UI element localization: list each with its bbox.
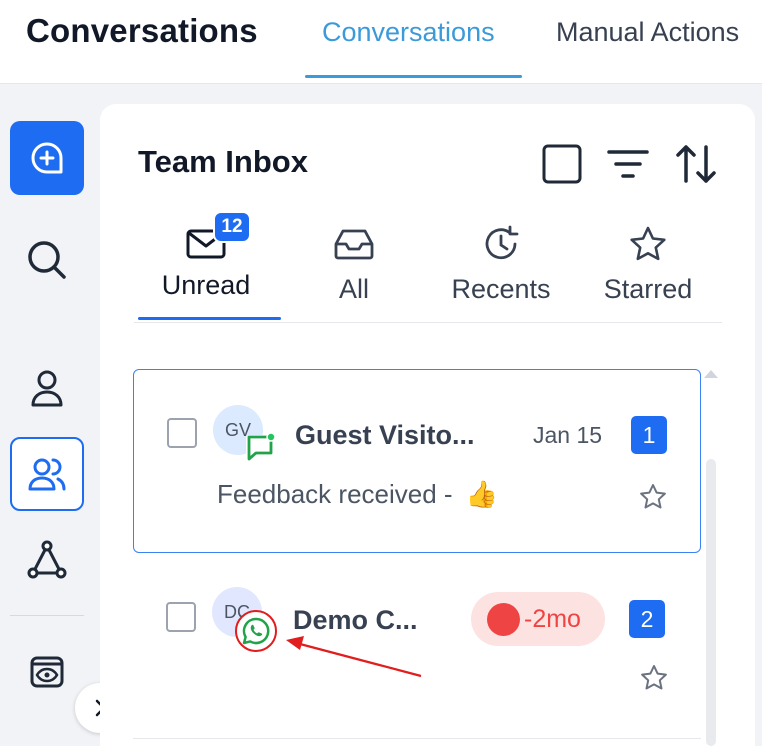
tab-all-label: All [338,274,369,304]
sort-icon [676,145,716,183]
scroll-up-arrow[interactable] [704,370,718,378]
tab-manual-actions[interactable]: Manual Actions [556,17,739,48]
network-icon [27,540,67,579]
workflow-rail-button[interactable] [23,536,71,584]
tab-conversations[interactable]: Conversations [322,17,495,48]
overdue-time: -2mo [524,604,581,633]
message-preview-text: Feedback received - [217,479,453,509]
overdue-dot [487,602,520,636]
inbox-panel: Team Inbox Unread 12 All Recents Starred… [100,104,755,746]
top-bar: Conversations Conversations Manual Actio… [0,0,762,84]
history-icon [485,225,519,260]
star-icon [630,226,666,261]
filter-button[interactable] [606,142,650,186]
whatsapp-icon [242,617,270,645]
filter-icon [607,150,649,178]
sort-button[interactable] [674,142,718,186]
user-icon [31,370,63,407]
team-rail-button[interactable] [10,437,84,511]
divider [134,322,722,323]
contact-rail-button[interactable] [23,364,71,412]
tab-recents-label: Recents [451,274,551,304]
conversation-checkbox[interactable] [166,602,196,632]
active-filter-indicator [138,317,281,320]
eye-icon [30,656,64,688]
thumbs-up-emoji: 👍 [465,479,499,509]
users-icon [28,458,66,491]
conversation-item[interactable]: GV Guest Visito... Jan 15 1 Feedback rec… [133,369,701,553]
star-icon[interactable] [639,483,667,511]
divider [133,738,701,739]
tab-recents[interactable]: Recents [431,222,571,305]
channel-badge [235,610,277,652]
scrollbar-thumb[interactable] [706,459,716,746]
select-all-checkbox[interactable] [540,142,584,186]
conversation-item[interactable]: DC Demo C... -2mo 2 [133,574,701,744]
search-rail-button[interactable] [23,236,71,284]
unread-count-badge: 12 [213,211,251,243]
star-icon[interactable] [640,664,668,692]
tab-unread-label: Unread [161,270,251,300]
new-chat-icon [31,142,63,174]
contact-name: Guest Visito... [295,420,475,450]
unread-count-badge: 1 [631,416,667,454]
rail-divider [10,615,84,616]
overdue-badge: -2mo [471,592,605,646]
panel-edge [755,104,762,746]
search-icon [28,241,66,279]
sidebar [0,84,100,746]
unread-count-badge: 2 [629,600,665,638]
preview-rail-button[interactable] [23,648,71,696]
active-tab-indicator [305,75,522,78]
tab-all[interactable]: All [284,222,424,305]
tab-starred-label: Starred [603,274,693,304]
message-preview: Feedback received - 👍 [217,479,498,510]
conversation-checkbox[interactable] [167,418,197,448]
new-conversation-button[interactable] [10,121,84,195]
inbox-icon [334,229,374,260]
page-title: Team Inbox [138,144,308,179]
checkbox-icon [542,144,582,184]
tab-starred[interactable]: Starred [578,222,718,305]
sms-icon [246,432,276,461]
app-title: Conversations [26,12,258,49]
conversation-date: Jan 15 [533,422,603,448]
tab-unread[interactable]: Unread [136,222,276,301]
contact-name: Demo C... [293,605,418,635]
